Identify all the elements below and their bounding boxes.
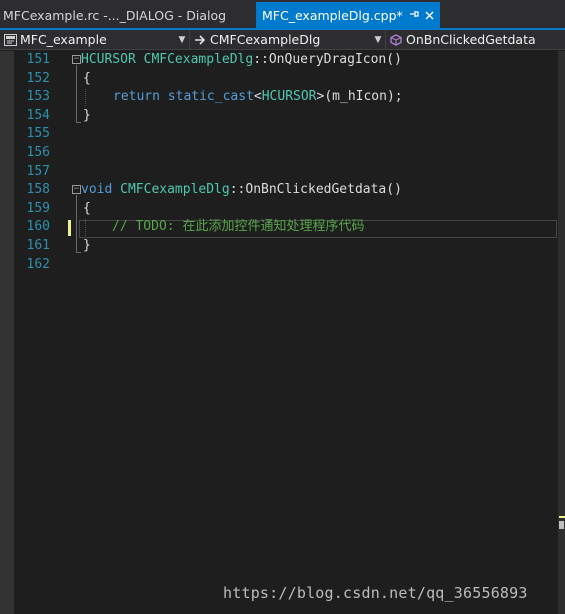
- class-icon: [192, 32, 208, 48]
- code-line-151: HCURSOR CMFCexampleDlg::OnQueryDragIcon(…: [81, 51, 402, 70]
- line-number: 154: [26, 107, 50, 123]
- scrollbar-change-mark: [559, 516, 565, 518]
- token-paren: (): [386, 182, 402, 198]
- token-type: HCURSOR: [261, 89, 317, 105]
- collapse-icon[interactable]: −: [72, 55, 81, 64]
- code-editor[interactable]: 151 152 153 154 155 156 157 158 159 160 …: [0, 51, 565, 614]
- class-dropdown[interactable]: CMFCexampleDlg ▼: [190, 30, 386, 49]
- line-number: 155: [26, 126, 50, 142]
- code-line-159: {: [83, 200, 91, 216]
- token-class: CMFCexampleDlg: [143, 52, 254, 67]
- code-line-152: {: [83, 70, 91, 86]
- member-dropdown[interactable]: OnBnClickedGetdata: [386, 30, 565, 49]
- tab-title: MFCexample.rc -..._DIALOG - Dialog: [3, 7, 227, 23]
- code-area[interactable]: − − HCURSOR CMFCexampleDlg::OnQueryDragI…: [54, 51, 559, 614]
- project-dropdown[interactable]: MFC_example ▼: [0, 30, 190, 49]
- token-paren: (): [386, 52, 402, 67]
- document-tab-bar: MFCexample.rc -..._DIALOG - Dialog MFC_e…: [0, 0, 565, 28]
- token-keyword: return: [113, 89, 160, 105]
- tab-mfc-exampledlg-cpp[interactable]: MFC_exampleDlg.cpp*: [256, 2, 440, 28]
- collapse-icon[interactable]: −: [72, 185, 81, 194]
- line-number: 157: [26, 163, 50, 179]
- indent-guide: [85, 89, 86, 106]
- project-label: MFC_example: [20, 32, 107, 47]
- tab-title: MFC_exampleDlg.cpp*: [262, 7, 403, 23]
- token-class: CMFCexampleDlg: [120, 182, 230, 198]
- token-keyword: void: [81, 182, 113, 198]
- class-label: CMFCexampleDlg: [210, 32, 321, 47]
- navigation-bar: MFC_example ▼ CMFCexampleDlg ▼ OnBnClick…: [0, 30, 565, 50]
- chevron-down-icon: ▼: [374, 34, 382, 45]
- line-number: 159: [26, 200, 50, 216]
- line-number: 153: [26, 89, 50, 105]
- outline-guide: [76, 195, 77, 253]
- outline-guide-end: [76, 122, 81, 123]
- pin-icon[interactable]: [409, 8, 419, 22]
- line-number: 151: [26, 52, 50, 67]
- token-function: OnBnClickedGetdata: [245, 182, 387, 198]
- line-number: 158: [26, 182, 50, 198]
- token-rest: >(m_hIcon);: [316, 89, 403, 105]
- token-function: OnQueryDragIcon: [268, 52, 387, 67]
- code-line-160-comment: // TODO: 在此添加控件通知处理程序代码: [112, 219, 365, 235]
- token-scope: ::: [253, 52, 269, 67]
- line-number: 161: [26, 238, 50, 253]
- line-number: 156: [26, 145, 50, 160]
- member-label: OnBnClickedGetdata: [406, 32, 536, 47]
- line-number: 162: [26, 256, 50, 272]
- method-icon: [388, 32, 404, 48]
- line-number: 160: [26, 219, 50, 235]
- project-icon: [2, 32, 18, 48]
- code-line-153: return static_cast<HCURSOR>(m_hIcon);: [113, 88, 403, 107]
- tab-mfcexample-rc[interactable]: MFCexample.rc -..._DIALOG - Dialog: [0, 2, 256, 28]
- token-scope: ::: [229, 182, 246, 198]
- code-line-158: void CMFCexampleDlg::OnBnClickedGetdata(…: [81, 181, 402, 200]
- line-number: 152: [26, 70, 50, 86]
- watermark-url: https://blog.csdn.net/qq_36556893: [223, 584, 528, 602]
- token-type: HCURSOR: [81, 52, 136, 67]
- token-punct: <: [253, 89, 262, 105]
- close-icon[interactable]: [425, 8, 434, 22]
- line-number-gutter: 151 152 153 154 155 156 157 158 159 160 …: [14, 51, 54, 614]
- vertical-scrollbar[interactable]: [558, 51, 565, 614]
- chevron-down-icon: ▼: [178, 34, 186, 45]
- outline-guide: [76, 65, 77, 123]
- indicator-margin: [0, 51, 14, 614]
- scrollbar-caret-mark: [559, 521, 564, 529]
- token-keyword: static_cast: [167, 89, 254, 105]
- code-line-154: }: [83, 107, 91, 123]
- code-line-161: }: [83, 238, 91, 253]
- outline-guide-end: [76, 252, 81, 253]
